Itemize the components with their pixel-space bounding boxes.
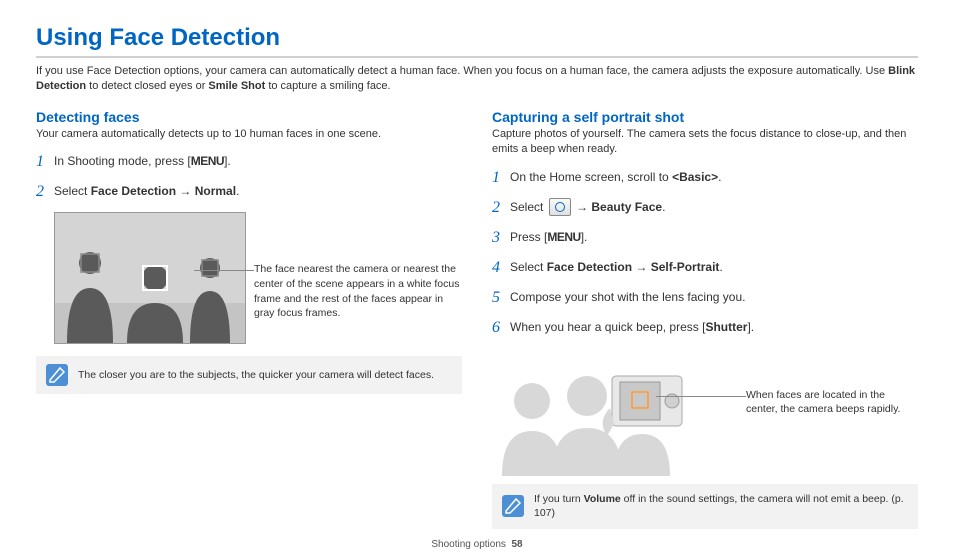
step-item: 1 In Shooting mode, press [MENU]. (36, 150, 462, 174)
note-text: The closer you are to the subjects, the … (78, 368, 434, 383)
step-number: 4 (492, 256, 510, 280)
intro-paragraph: If you use Face Detection options, your … (36, 64, 918, 95)
figure-caption: When faces are located in the center, th… (746, 346, 918, 417)
step-text: Select Face Detection → Normal. (54, 180, 239, 200)
step-text: In Shooting mode, press [MENU]. (54, 150, 231, 170)
note-box: If you turn Volume off in the sound sett… (492, 484, 918, 529)
menu-label: MENU (191, 154, 224, 168)
footer-page: 58 (511, 539, 522, 550)
step-text: Press [MENU]. (510, 226, 587, 246)
step-item: 1 On the Home screen, scroll to <Basic>. (492, 166, 918, 190)
page-footer: Shooting options 58 (36, 539, 918, 550)
step-text: Compose your shot with the lens facing y… (510, 286, 745, 306)
step-item: 4 Select Face Detection → Self-Portrait. (492, 256, 918, 280)
section-sub: Capture photos of yourself. The camera s… (492, 127, 918, 158)
step-number: 6 (492, 316, 510, 340)
step-item: 2 Select Face Detection → Normal. (36, 180, 462, 204)
camera-icon (549, 198, 571, 216)
section-heading: Capturing a self portrait shot (492, 109, 918, 125)
step-text: When you hear a quick beep, press [Shutt… (510, 316, 754, 336)
right-column: Capturing a self portrait shot Capture p… (492, 109, 918, 529)
menu-label: MENU (547, 230, 580, 244)
step-item: 2 Select → Beauty Face. (492, 196, 918, 220)
step-text: Select → Beauty Face. (510, 196, 665, 217)
section-heading: Detecting faces (36, 109, 462, 125)
intro-text: If you use Face Detection options, your … (36, 65, 888, 77)
note-icon (46, 364, 68, 386)
step-text: On the Home screen, scroll to <Basic>. (510, 166, 721, 186)
figure-caption: The face nearest the camera or nearest t… (254, 212, 462, 321)
selfie-illustration (492, 346, 742, 476)
step-item: 6 When you hear a quick beep, press [Shu… (492, 316, 918, 340)
step-text: Select Face Detection → Self-Portrait. (510, 256, 723, 276)
step-item: 5 Compose your shot with the lens facing… (492, 286, 918, 310)
face-detect-illustration (54, 212, 246, 344)
intro-text: to capture a smiling face. (265, 80, 390, 92)
page-title: Using Face Detection (36, 24, 918, 58)
step-number: 2 (492, 196, 510, 220)
note-text: If you turn Volume off in the sound sett… (534, 492, 908, 521)
note-box: The closer you are to the subjects, the … (36, 356, 462, 394)
intro-bold: Smile Shot (208, 80, 265, 92)
step-number: 1 (36, 150, 54, 174)
step-number: 3 (492, 226, 510, 250)
footer-label: Shooting options (431, 539, 506, 550)
intro-text: to detect closed eyes or (86, 80, 208, 92)
left-column: Detecting faces Your camera automaticall… (36, 109, 462, 529)
step-number: 5 (492, 286, 510, 310)
step-item: 3 Press [MENU]. (492, 226, 918, 250)
step-number: 1 (492, 166, 510, 190)
step-number: 2 (36, 180, 54, 204)
note-icon (502, 495, 524, 517)
section-sub: Your camera automatically detects up to … (36, 127, 462, 142)
